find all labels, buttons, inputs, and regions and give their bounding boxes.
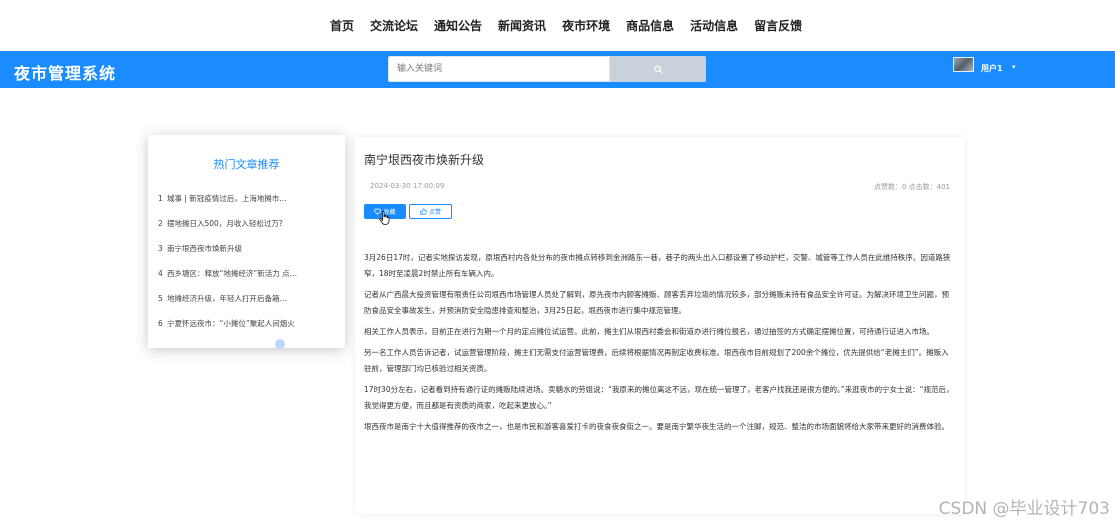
hot-articles-panel: 热门文章推荐 1 城事 | 新冠疫情过后，上海地摊市… 2 摆地摊日入500，月收入… [148, 135, 345, 349]
chevron-down-icon[interactable]: ▾ [1012, 63, 1016, 71]
article-paragraph: 记者从广西晨大投资管理有限责任公司垠西市场管理人员处了解到，原先夜市内顾客摊贩、… [364, 290, 949, 315]
list-item-number: 5 [158, 294, 163, 303]
list-item-number: 6 [158, 319, 163, 328]
list-item-number: 2 [158, 219, 163, 228]
article-detail: 南宁垠西夜市焕新升级 2024-03-30 17:00:09 点赞数：0 点击数… [355, 137, 965, 514]
header-bar: 夜市管理系统 用户1 ▾ [0, 51, 1115, 88]
list-item[interactable]: 2 摆地摊日入500，月收入轻松过万? [158, 218, 297, 243]
article-paragraph: 另一名工作人员告诉记者，试运营管理阶段，摊主们无需支付运营管理费，后续将根据情况… [364, 348, 949, 373]
watermark-text: CSDN @毕业设计703 [938, 499, 1110, 519]
nav-item-feedback[interactable]: 留言反馈 [754, 17, 802, 34]
user-name[interactable]: 用户1 [981, 63, 1003, 74]
search-icon [653, 64, 663, 74]
mouse-cursor-icon [379, 211, 390, 225]
hot-articles-title: 热门文章推荐 [213, 158, 280, 171]
article-title: 南宁垠西夜市焕新升级 [364, 153, 485, 167]
list-item-title: 摆地摊日入500，月收入轻松过万? [167, 219, 283, 228]
site-brand: 夜市管理系统 [14, 64, 117, 83]
nav-item-environment[interactable]: 夜市环境 [562, 17, 610, 34]
search-input[interactable] [388, 56, 610, 82]
article-stats: 点赞数：0 点击数：401 [873, 183, 950, 191]
like-button[interactable]: 点赞 [409, 204, 452, 219]
article-paragraph: 垠西夜市是南宁十大值得推荐的夜市之一，也是市民和游客喜爱打卡的夜食夜食街之一。要… [364, 422, 949, 431]
nav-item-home[interactable]: 首页 [330, 17, 354, 34]
nav-item-forum[interactable]: 交流论坛 [370, 17, 418, 34]
list-item[interactable]: 4 西乡塘区：释放“地摊经济”新活力 点… [158, 268, 297, 293]
article-paragraph: 相关工作人员表示，目前正在进行为期一个月的定点摊位试运营。此前，摊主们从垠西村委… [364, 327, 934, 336]
list-item-title: 城事 | 新冠疫情过后，上海地摊市… [167, 194, 287, 203]
nav-menu: 首页 交流论坛 通知公告 新闻资讯 夜市环境 商品信息 活动信息 留言反馈 [330, 17, 802, 34]
list-item[interactable]: 3 南宁垠西夜市焕新升级 [158, 243, 297, 268]
list-item-title: 宁夏怀远夜市：“小摊位”聚起人间烟火 [167, 319, 295, 328]
nav-item-news[interactable]: 新闻资讯 [498, 17, 546, 34]
article-paragraph: 3月26日17时，记者实地探访发现，原垠西村内各处分布的夜市摊点转移到金洲路东一… [364, 253, 951, 278]
user-avatar[interactable] [953, 57, 974, 72]
article-content: 3月26日17时，记者实地探访发现，原垠西村内各处分布的夜市摊点转移到金洲路东一… [364, 250, 954, 440]
nav-item-activities[interactable]: 活动信息 [690, 17, 738, 34]
hot-articles-list: 1 城事 | 新冠疫情过后，上海地摊市… 2 摆地摊日入500，月收入轻松过万? 3… [158, 193, 297, 343]
article-paragraph: 17时30分左右，记者看到持有通行证的摊贩陆续进场。卖糖水的劳姐说：“我原来的摊… [364, 385, 954, 410]
nav-item-notice[interactable]: 通知公告 [434, 17, 482, 34]
list-item[interactable]: 5 地摊经济升级，年轻人打开后备箱… [158, 293, 297, 318]
list-item[interactable]: 1 城事 | 新冠疫情过后，上海地摊市… [158, 193, 297, 218]
list-item-number: 3 [158, 244, 163, 253]
list-item-number: 1 [158, 194, 163, 203]
list-item-title: 南宁垠西夜市焕新升级 [167, 244, 242, 253]
thumbs-up-icon [420, 208, 427, 215]
scroll-indicator-dot [275, 339, 285, 349]
article-date: 2024-03-30 17:00:09 [370, 182, 445, 190]
like-label: 点赞 [428, 209, 441, 216]
list-item-title: 西乡塘区：释放“地摊经济”新活力 点… [167, 269, 298, 278]
list-item-number: 4 [158, 269, 163, 278]
nav-item-products[interactable]: 商品信息 [626, 17, 674, 34]
top-navigation: 首页 交流论坛 通知公告 新闻资讯 夜市环境 商品信息 活动信息 留言反馈 [0, 0, 1115, 51]
search-button[interactable] [610, 56, 706, 82]
list-item-title: 地摊经济升级，年轻人打开后备箱… [167, 294, 287, 303]
